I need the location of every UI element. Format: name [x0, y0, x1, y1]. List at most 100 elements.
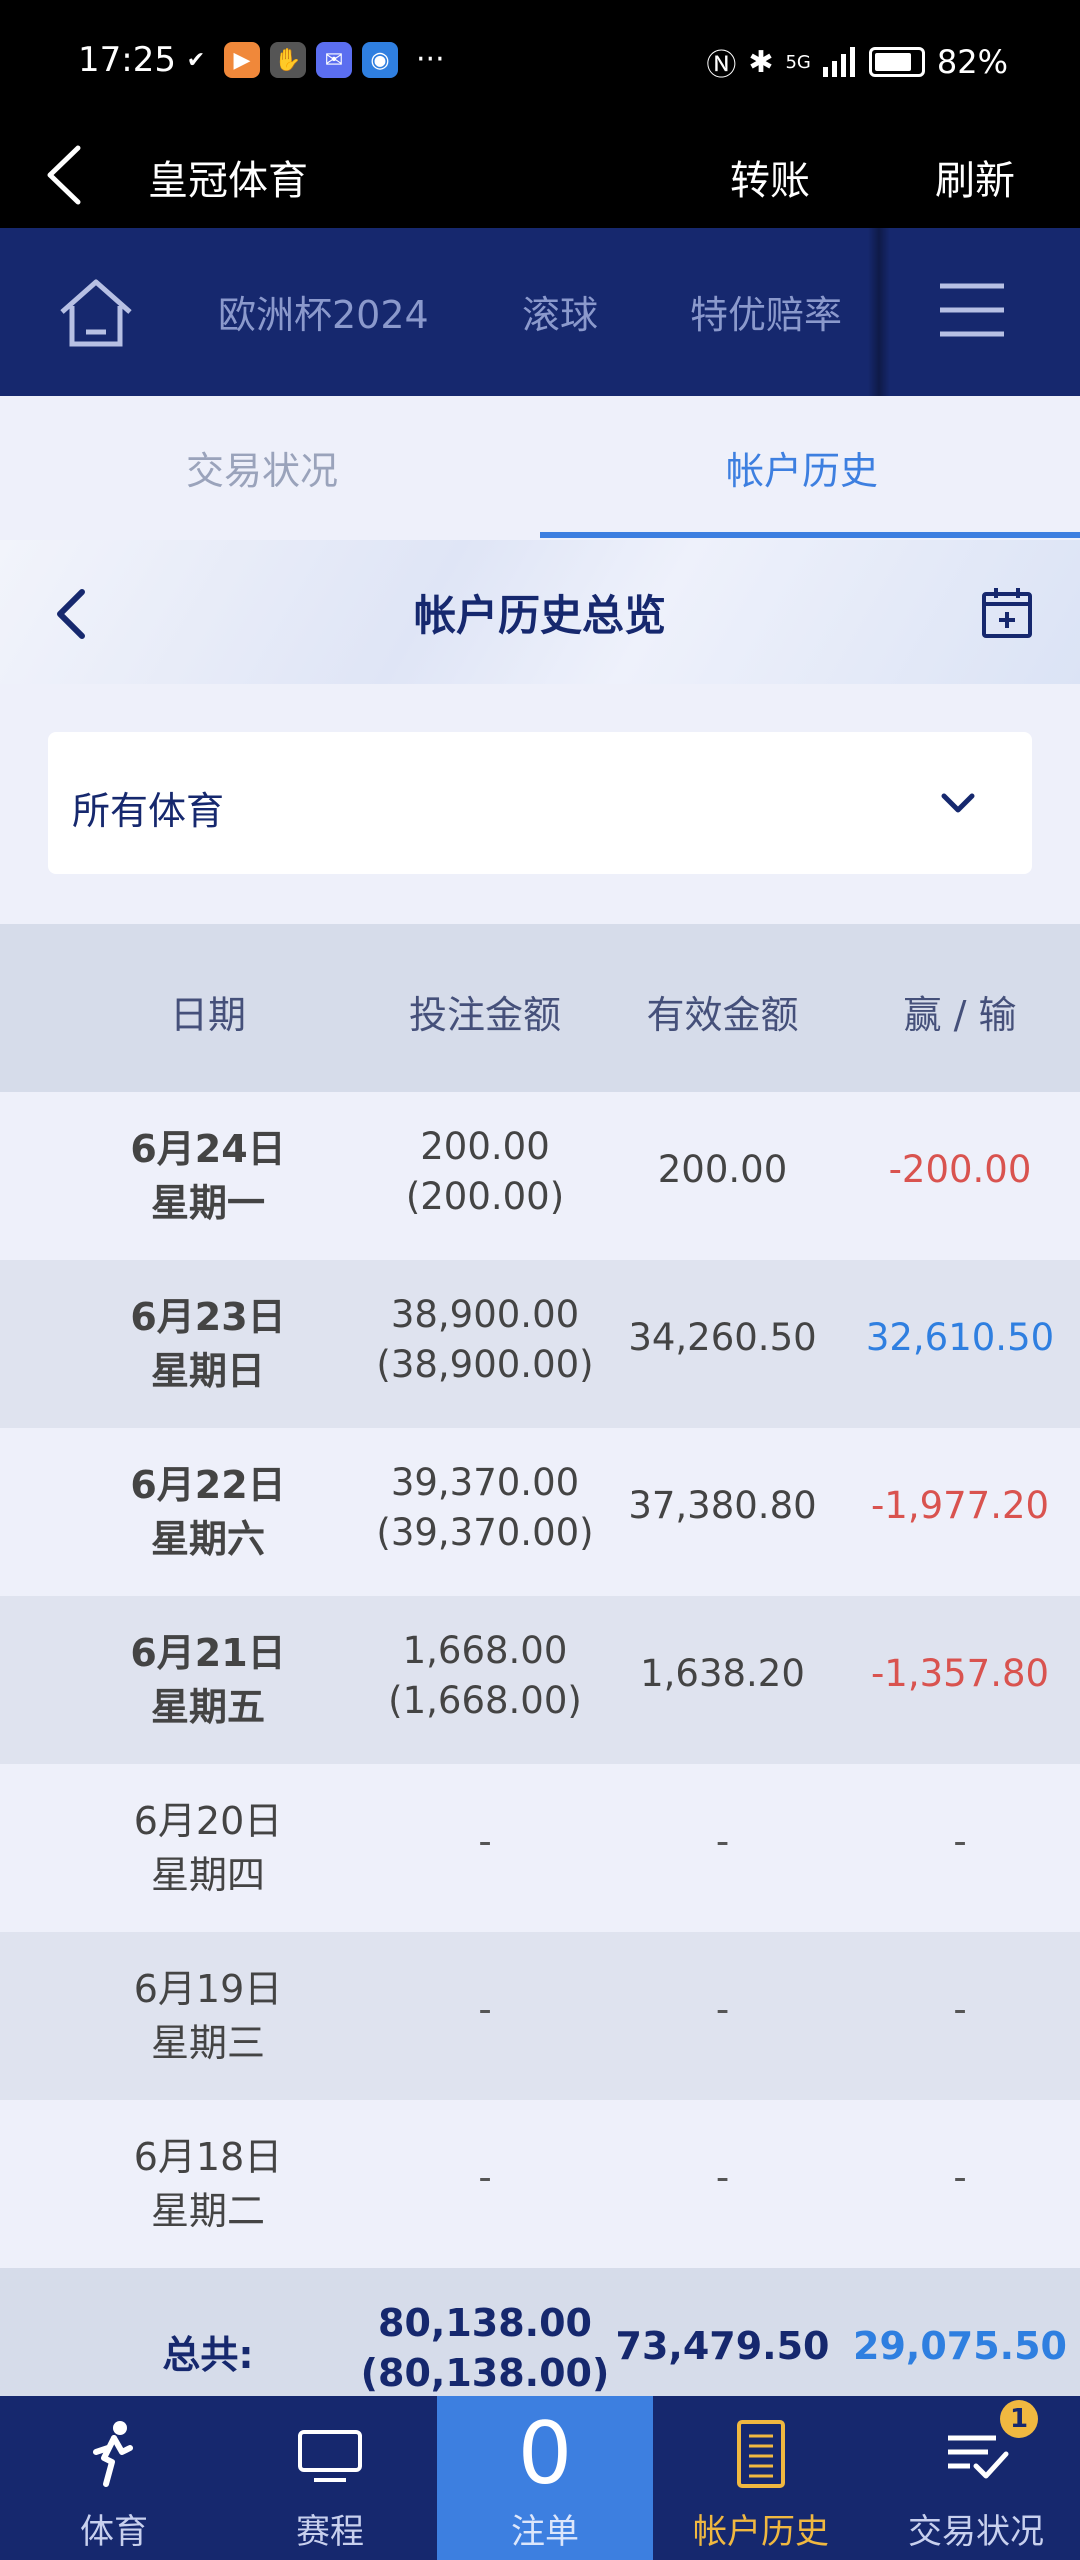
total-bet-amount: 80,138.00 (80,138.00) [360, 2301, 610, 2395]
tab-account-history[interactable]: 帐户历史 [726, 440, 878, 495]
row-win-loss: - [953, 1988, 967, 2031]
notification-badge: 1 [1000, 2400, 1038, 2438]
row-valid-amount: 200.00 [657, 1148, 788, 1191]
tab-transaction-status[interactable]: 交易状况 [186, 440, 338, 495]
nav-sports-label: 体育 [80, 2512, 148, 2552]
nav-account-history-label: 帐户历史 [693, 2512, 829, 2552]
overview-header: 帐户历史总览 [0, 540, 1080, 684]
overview-title: 帐户历史总览 [413, 591, 666, 640]
table-row[interactable]: 6月19日 星期三 - - - [0, 1932, 1080, 2100]
row-win-loss: -200.00 [888, 1148, 1032, 1191]
header-date: 日期 [169, 993, 246, 1037]
monitor-icon [298, 2430, 362, 2482]
sport-filter-select[interactable]: 所有体育 [48, 732, 1032, 874]
total-valid-amount: 73,479.50 [615, 2324, 830, 2368]
row-valid-amount: - [715, 1988, 730, 2031]
row-win-loss: - [953, 2156, 967, 2199]
table-row[interactable]: 6月18日 星期二 - - - [0, 2100, 1080, 2268]
network-label: 5G [785, 51, 811, 73]
row-valid-amount: - [715, 1820, 730, 1863]
row-valid-amount: 1,638.20 [640, 1652, 805, 1695]
browser-app-icon: ◉ [362, 42, 398, 78]
bottom-nav: 体育 赛程 0 注单 帐户历史 交易状况 [0, 2396, 1080, 2560]
sport-filter-value: 所有体育 [72, 789, 225, 833]
history-table: 日期 投注金额 有效金额 赢 / 输 6月24日 星期一 200.00 (200.0… [0, 924, 1080, 2418]
battery-icon [868, 47, 925, 77]
row-date: 6月24日 星期一 [130, 1127, 286, 1225]
nfc-icon: Ⓝ [706, 48, 737, 83]
status-bar: 17:25 ✔ ▶ ✋ ✉ ◉ ··· Ⓝ ✱ 5G 82% [0, 0, 1080, 122]
row-win-loss: - [953, 1820, 967, 1863]
total-win-loss: 29,075.50 [853, 2324, 1067, 2368]
table-row[interactable]: 6月23日 星期日 38,900.00 (38,900.00) 34,260.50 … [0, 1260, 1080, 1428]
total-label: 总共: [162, 2333, 254, 2377]
tab-euro-2024[interactable]: 欧洲杯2024 [218, 284, 429, 339]
header-win-loss: 赢 / 输 [903, 993, 1017, 1037]
nav-schedule-label: 赛程 [296, 2512, 364, 2552]
status-indicators: Ⓝ ✱ 5G 82% [706, 40, 1008, 84]
check-icon: ✔ [186, 47, 206, 73]
betslip-count: 0 [517, 2404, 573, 2504]
row-date: 6月20日 星期四 [133, 1799, 283, 1897]
row-bet-amount: 200.00 (200.00) [405, 1125, 565, 1218]
row-date: 6月21日 星期五 [130, 1631, 286, 1729]
menu-icon[interactable] [938, 280, 1006, 340]
nav-schedule[interactable]: 赛程 [222, 2396, 438, 2560]
more-notifications-icon: ··· [416, 42, 445, 77]
sub-tabs: 交易状况 帐户历史 [0, 396, 1080, 540]
nav-divider [868, 228, 890, 396]
mail-app-icon: ✉ [316, 42, 352, 78]
row-win-loss: -1,357.80 [870, 1652, 1050, 1695]
refresh-button[interactable]: 刷新 [935, 148, 1015, 206]
nav-transaction-status-label: 交易状况 [908, 2512, 1044, 2552]
row-bet-amount: 1,668.00 (1,668.00) [388, 1629, 582, 1722]
signal-icon [822, 47, 855, 77]
row-bet-amount: - [478, 1820, 492, 1863]
table-row[interactable]: 6月22日 星期六 39,370.00 (39,370.00) 37,380.80 … [0, 1428, 1080, 1596]
nav-transaction-status[interactable]: 交易状况 [868, 2396, 1080, 2560]
tab-in-play[interactable]: 滚球 [522, 284, 598, 339]
row-bet-amount: - [478, 2156, 492, 2199]
back-icon[interactable] [38, 144, 98, 206]
hand-app-icon: ✋ [270, 42, 306, 78]
calendar-icon[interactable] [980, 584, 1034, 640]
row-win-loss: 32,610.50 [865, 1316, 1055, 1359]
table-row[interactable]: 6月20日 星期四 - - - [0, 1764, 1080, 1932]
transfer-button[interactable]: 转账 [730, 148, 810, 206]
table-row[interactable]: 6月24日 星期一 200.00 (200.00) 200.00 -200.00 [0, 1092, 1080, 1260]
play-app-icon: ▶ [224, 42, 260, 78]
table-row[interactable]: 6月21日 星期五 1,668.00 (1,668.00) 1,638.20 -1,… [0, 1596, 1080, 1764]
title-bar: 皇冠体育 转账 刷新 [0, 122, 1080, 228]
row-valid-amount: - [715, 2156, 730, 2199]
bluetooth-icon: ✱ [748, 44, 774, 80]
document-list-icon [737, 2420, 785, 2488]
home-icon[interactable] [58, 276, 134, 350]
status-time: 17:25 [78, 40, 176, 80]
header-bet-amount: 投注金额 [408, 993, 561, 1037]
table-header: 日期 投注金额 有效金额 赢 / 输 [0, 924, 1080, 1092]
nav-sports[interactable]: 体育 [6, 2396, 222, 2560]
runner-icon [93, 2421, 133, 2487]
nav-betslip-label: 注单 [511, 2512, 579, 2552]
top-nav: 欧洲杯2024 滚球 特优赔率 [0, 228, 1080, 396]
row-bet-amount: - [478, 1988, 492, 2031]
status-app-icons: ✔ ▶ ✋ ✉ ◉ ··· [178, 42, 445, 78]
row-valid-amount: 37,380.80 [628, 1484, 817, 1527]
tab-special-odds[interactable]: 特优赔率 [690, 284, 842, 339]
row-date: 6月18日 星期二 [133, 2135, 283, 2233]
row-date: 6月22日 星期六 [130, 1463, 286, 1561]
checklist-icon [948, 2435, 1009, 2479]
row-valid-amount: 34,260.50 [628, 1316, 817, 1359]
battery-percent: 82% [936, 43, 1008, 81]
row-date: 6月23日 星期日 [130, 1295, 286, 1393]
row-win-loss: -1,977.20 [870, 1484, 1050, 1527]
app-title: 皇冠体育 [148, 158, 308, 204]
chevron-down-icon [941, 793, 975, 813]
nav-betslip[interactable]: 0 注单 [437, 2396, 653, 2560]
active-tab-indicator [540, 532, 1080, 538]
row-bet-amount: 38,900.00 (38,900.00) [376, 1293, 594, 1386]
nav-account-history[interactable]: 帐户历史 [653, 2396, 869, 2560]
row-date: 6月19日 星期三 [133, 1967, 283, 2065]
row-bet-amount: 39,370.00 (39,370.00) [376, 1461, 594, 1554]
header-valid-amount: 有效金额 [646, 993, 799, 1037]
